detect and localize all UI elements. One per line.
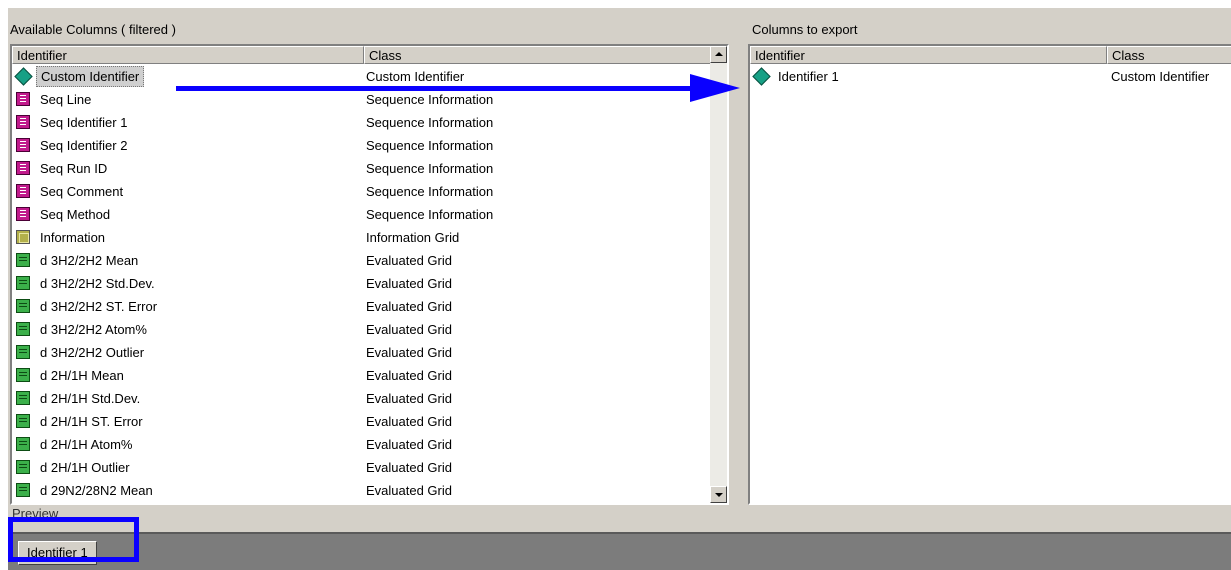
available-columns-title: Available Columns ( filtered ) [10,22,176,37]
available-vertical-scrollbar[interactable] [710,46,727,503]
evaluated-grid-icon [16,345,30,359]
sequence-info-icon [16,138,30,152]
column-class-text: Evaluated Grid [366,276,452,291]
column-identifier-text: Custom Identifier [36,66,145,87]
column-class-text: Sequence Information [366,115,494,130]
available-header-class[interactable]: Class [364,46,712,64]
export-dialog: Available Columns ( filtered ) Identifie… [8,8,1231,570]
annotation-arrow-line [176,86,691,91]
available-rows: Custom Identifier Custom Identifier Seq Li… [12,65,710,502]
column-class-text: Sequence Information [366,161,494,176]
export-header-class[interactable]: Class [1107,46,1231,64]
available-column-row[interactable]: Seq Line Sequence Information [12,88,710,111]
column-class-text: Evaluated Grid [366,414,452,429]
column-identifier-text: d 3H2/2H2 ST. Error [40,299,158,314]
available-column-row[interactable]: Information Information Grid [12,226,710,249]
available-column-row[interactable]: d 2H/1H Std.Dev. Evaluated Grid [12,387,710,410]
column-identifier-text: Seq Identifier 2 [40,138,128,153]
sequence-info-icon [16,161,30,175]
column-identifier-text: d 2H/1H Outlier [40,460,130,475]
information-grid-icon [16,230,30,244]
available-header-identifier[interactable]: Identifier [12,46,364,64]
available-column-row[interactable]: d 2H/1H Atom% Evaluated Grid [12,433,710,456]
column-class-text: Sequence Information [366,92,494,107]
column-identifier-text: d 2H/1H Atom% [40,437,133,452]
column-class-text: Evaluated Grid [366,437,452,452]
available-column-row[interactable]: Seq Identifier 1 Sequence Information [12,111,710,134]
evaluated-grid-icon [16,460,30,474]
column-class-text: Evaluated Grid [366,322,452,337]
available-column-row[interactable]: d 2H/1H Mean Evaluated Grid [12,364,710,387]
available-column-row[interactable]: d 3H2/2H2 ST. Error Evaluated Grid [12,295,710,318]
evaluated-grid-icon [16,368,30,382]
evaluated-grid-icon [16,414,30,428]
column-identifier-text: d 3H2/2H2 Outlier [40,345,145,360]
column-identifier-text: d 2H/1H ST. Error [40,414,143,429]
export-column-row[interactable]: Identifier 1 Custom Identifier [750,65,1231,88]
column-class-text: Sequence Information [366,184,494,199]
sequence-info-icon [16,115,30,129]
column-identifier-text: d 2H/1H Std.Dev. [40,391,141,406]
evaluated-grid-icon [16,322,30,336]
column-identifier-text: Seq Comment [40,184,124,199]
preview-bar: Identifier 1 [8,532,1231,570]
evaluated-grid-icon [16,253,30,267]
annotation-arrow-head-icon [690,74,740,102]
column-identifier-text: d 3H2/2H2 Mean [40,253,139,268]
column-identifier-text: d 29N2/28N2 Mean [40,483,153,498]
available-columns-list[interactable]: Identifier Class Custom Identifier Custom… [10,44,729,505]
available-column-row[interactable]: Seq Run ID Sequence Information [12,157,710,180]
sequence-info-icon [16,207,30,221]
export-columns-list[interactable]: Identifier Class Identifier 1 Custom Iden… [748,44,1231,505]
column-identifier-text: d 2H/1H Mean [40,368,124,383]
column-class-text: Evaluated Grid [366,368,452,383]
column-identifier-text: Seq Line [40,92,92,107]
available-column-row[interactable]: d 3H2/2H2 Std.Dev. Evaluated Grid [12,272,710,295]
column-class-text: Evaluated Grid [366,253,452,268]
column-identifier-text: Seq Method [40,207,111,222]
sequence-info-icon [16,184,30,198]
evaluated-grid-icon [16,483,30,497]
sequence-info-icon [16,92,30,106]
available-column-row[interactable]: d 29N2/28N2 Mean Evaluated Grid [12,479,710,502]
available-column-row[interactable]: Seq Method Sequence Information [12,203,710,226]
available-column-row[interactable]: Custom Identifier Custom Identifier [12,65,710,88]
available-column-row[interactable]: Seq Identifier 2 Sequence Information [12,134,710,157]
column-identifier-text: Seq Run ID [40,161,108,176]
evaluated-grid-icon [16,299,30,313]
evaluated-grid-icon [16,391,30,405]
available-column-row[interactable]: d 3H2/2H2 Mean Evaluated Grid [12,249,710,272]
column-identifier-text: d 3H2/2H2 Atom% [40,322,147,337]
column-class-text: Custom Identifier [366,69,465,84]
column-class-text: Evaluated Grid [366,299,452,314]
column-class-text: Sequence Information [366,207,494,222]
column-identifier-text: d 3H2/2H2 Std.Dev. [40,276,155,291]
evaluated-grid-icon [16,276,30,290]
column-identifier-text: Identifier 1 [778,69,839,84]
custom-identifier-icon [752,67,771,86]
scroll-up-arrow-icon[interactable] [710,46,727,63]
export-header-identifier[interactable]: Identifier [750,46,1107,64]
available-column-row[interactable]: d 3H2/2H2 Outlier Evaluated Grid [12,341,710,364]
column-class-text: Custom Identifier [1111,69,1210,84]
column-class-text: Evaluated Grid [366,391,452,406]
scroll-down-arrow-icon[interactable] [710,486,727,503]
export-rows: Identifier 1 Custom Identifier [750,65,1231,88]
column-class-text: Evaluated Grid [366,460,452,475]
column-class-text: Sequence Information [366,138,494,153]
available-column-row[interactable]: Seq Comment Sequence Information [12,180,710,203]
export-columns-title: Columns to export [752,22,858,37]
available-column-row[interactable]: d 3H2/2H2 Atom% Evaluated Grid [12,318,710,341]
available-column-row[interactable]: d 2H/1H ST. Error Evaluated Grid [12,410,710,433]
custom-identifier-icon [14,67,33,86]
column-class-text: Information Grid [366,230,460,245]
annotation-highlight-box [8,517,139,562]
evaluated-grid-icon [16,437,30,451]
available-column-row[interactable]: d 2H/1H Outlier Evaluated Grid [12,456,710,479]
column-identifier-text: Seq Identifier 1 [40,115,128,130]
column-identifier-text: Information [40,230,106,245]
column-class-text: Evaluated Grid [366,345,452,360]
column-class-text: Evaluated Grid [366,483,452,498]
